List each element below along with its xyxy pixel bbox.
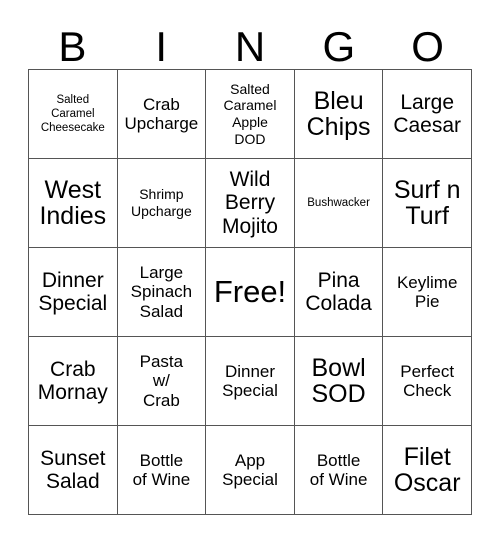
bingo-cell-label: Pasta w/ Crab — [139, 351, 184, 410]
bingo-cell-label: Salted Caramel Cheesecake — [40, 93, 105, 134]
bingo-cell-label: Shrimp Upcharge — [131, 186, 192, 219]
bingo-cell-label: Sunset Salad — [40, 446, 106, 493]
bingo-cell-label: Bottle of Wine — [309, 450, 368, 489]
bingo-cell[interactable]: Crab Upcharge — [117, 70, 207, 159]
bingo-cell-label: App Special — [222, 450, 278, 489]
bingo-cell[interactable]: Pasta w/ Crab — [117, 337, 207, 426]
bingo-cell[interactable]: Dinner Special — [29, 248, 118, 337]
bingo-cell-label: Dinner Special — [38, 268, 108, 315]
bingo-cell[interactable]: Bowl SOD — [294, 337, 384, 426]
bingo-cell-label: Perfect Check — [400, 361, 455, 400]
bingo-card: B I N G O Salted Caramel Cheesecake Crab … — [0, 0, 500, 544]
bingo-header-letter-g: G — [322, 23, 356, 70]
bingo-cell-label: Bottle of Wine — [132, 450, 191, 489]
bingo-cell[interactable]: Wild Berry Mojito — [206, 159, 295, 248]
bingo-grid: Salted Caramel Cheesecake Crab Upcharge Sa… — [28, 69, 472, 515]
bingo-cell-label: Bleu Chips — [306, 86, 371, 141]
bingo-cell-label: Keylime Pie — [396, 272, 458, 311]
bingo-cell[interactable]: Bushwacker — [294, 159, 384, 248]
bingo-cell[interactable]: Salted Caramel Cheesecake — [29, 70, 118, 159]
bingo-cell-label: Pina Colada — [305, 268, 372, 315]
bingo-cell[interactable]: Perfect Check — [383, 337, 472, 426]
bingo-cell[interactable]: Shrimp Upcharge — [117, 159, 207, 248]
bingo-cell-label: Bushwacker — [307, 196, 370, 209]
bingo-cell[interactable]: Bottle of Wine — [294, 426, 384, 515]
bingo-cell-label: Crab Upcharge — [124, 94, 199, 133]
bingo-cell-label: Salted Caramel Apple DOD — [223, 80, 277, 147]
bingo-cell[interactable]: App Special — [206, 426, 295, 515]
bingo-header-letter-b: B — [58, 23, 87, 70]
bingo-cell[interactable]: Keylime Pie — [383, 248, 472, 337]
bingo-cell-label: West Indies — [39, 175, 107, 230]
bingo-cell[interactable]: Bottle of Wine — [117, 426, 207, 515]
bingo-cell[interactable]: Salted Caramel Apple DOD — [206, 70, 295, 159]
bingo-cell[interactable]: Surf n Turf — [383, 159, 472, 248]
bingo-header-letter-o: O — [411, 23, 444, 70]
bingo-cell[interactable]: Large Caesar — [383, 70, 472, 159]
bingo-cell-label: Large Caesar — [393, 90, 462, 137]
bingo-cell-label: Surf n Turf — [393, 175, 461, 230]
bingo-cell-free[interactable]: Free! — [206, 248, 295, 337]
bingo-cell[interactable]: Pina Colada — [294, 248, 384, 337]
bingo-cell-label: Free! — [213, 273, 287, 309]
bingo-header-row: B I N G O — [28, 22, 472, 69]
bingo-cell[interactable]: West Indies — [29, 159, 118, 248]
bingo-header-letter-i: I — [155, 23, 168, 70]
bingo-cell-label: Crab Mornay — [37, 357, 108, 404]
bingo-cell[interactable]: Bleu Chips — [294, 70, 384, 159]
bingo-cell-label: Dinner Special — [222, 361, 278, 400]
bingo-cell-label: Filet Oscar — [393, 442, 461, 497]
bingo-cell[interactable]: Sunset Salad — [29, 426, 118, 515]
bingo-header-letter-n: N — [234, 23, 266, 70]
bingo-cell-label: Wild Berry Mojito — [221, 168, 278, 238]
bingo-cell[interactable]: Large Spinach Salad — [117, 248, 207, 337]
bingo-cell-label: Large Spinach Salad — [130, 262, 193, 321]
bingo-cell[interactable]: Filet Oscar — [383, 426, 472, 515]
bingo-cell-label: Bowl SOD — [311, 353, 366, 408]
bingo-cell[interactable]: Crab Mornay — [29, 337, 118, 426]
bingo-cell[interactable]: Dinner Special — [206, 337, 295, 426]
